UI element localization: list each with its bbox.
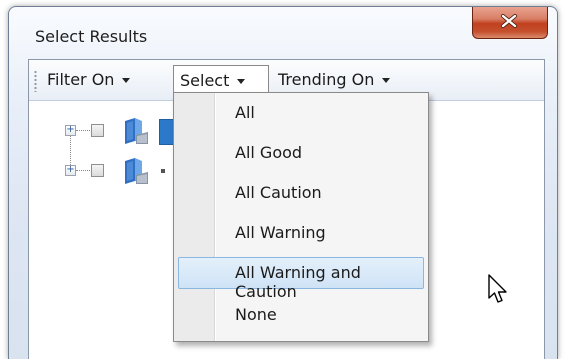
menu-item-label: All Good [235, 143, 303, 162]
close-icon [501, 14, 517, 28]
menu-item-all[interactable]: All [178, 97, 424, 127]
menu-item-all-warning-and-caution[interactable]: All Warning and Caution [178, 257, 424, 301]
select-dropdown-menu: All All Good All Caution All Warning All… [173, 92, 429, 342]
chevron-down-icon [237, 79, 246, 84]
row-checkbox[interactable] [91, 124, 104, 137]
trending-on-label: Trending On [278, 70, 375, 89]
trending-on-menu[interactable]: Trending On [278, 65, 391, 95]
menu-item-label: All Warning and Caution [235, 263, 361, 301]
filter-on-menu[interactable]: Filter On [47, 65, 131, 95]
close-button[interactable] [472, 7, 548, 39]
tree-row[interactable]: + [29, 157, 179, 185]
row-checkbox[interactable] [91, 164, 104, 177]
server-icon [125, 118, 148, 144]
menu-item-label: None [235, 305, 277, 324]
select-label: Select [180, 71, 230, 90]
menu-item-label: All Caution [235, 183, 322, 202]
filter-on-label: Filter On [47, 70, 115, 89]
chevron-down-icon [122, 78, 131, 83]
mouse-pointer-icon [488, 274, 507, 303]
toolbar-grip[interactable] [34, 70, 37, 92]
tree-connector-line [76, 130, 90, 131]
title-bar[interactable]: Select Results [9, 7, 557, 59]
menu-item-all-good[interactable]: All Good [178, 137, 424, 167]
menu-item-all-warning[interactable]: All Warning [178, 217, 424, 247]
tree-row[interactable]: + [29, 117, 179, 145]
server-icon [125, 158, 148, 184]
expand-icon[interactable]: + [65, 165, 76, 176]
chevron-down-icon [382, 78, 391, 83]
expand-icon[interactable]: + [65, 125, 76, 136]
window-title: Select Results [35, 27, 148, 46]
menu-item-label: All Warning [235, 223, 326, 242]
tree-item-marker [161, 169, 165, 173]
menu-item-all-caution[interactable]: All Caution [178, 177, 424, 207]
menu-item-label: All [235, 103, 255, 122]
menu-item-none[interactable]: None [178, 299, 424, 329]
tree-connector-line [76, 170, 90, 171]
